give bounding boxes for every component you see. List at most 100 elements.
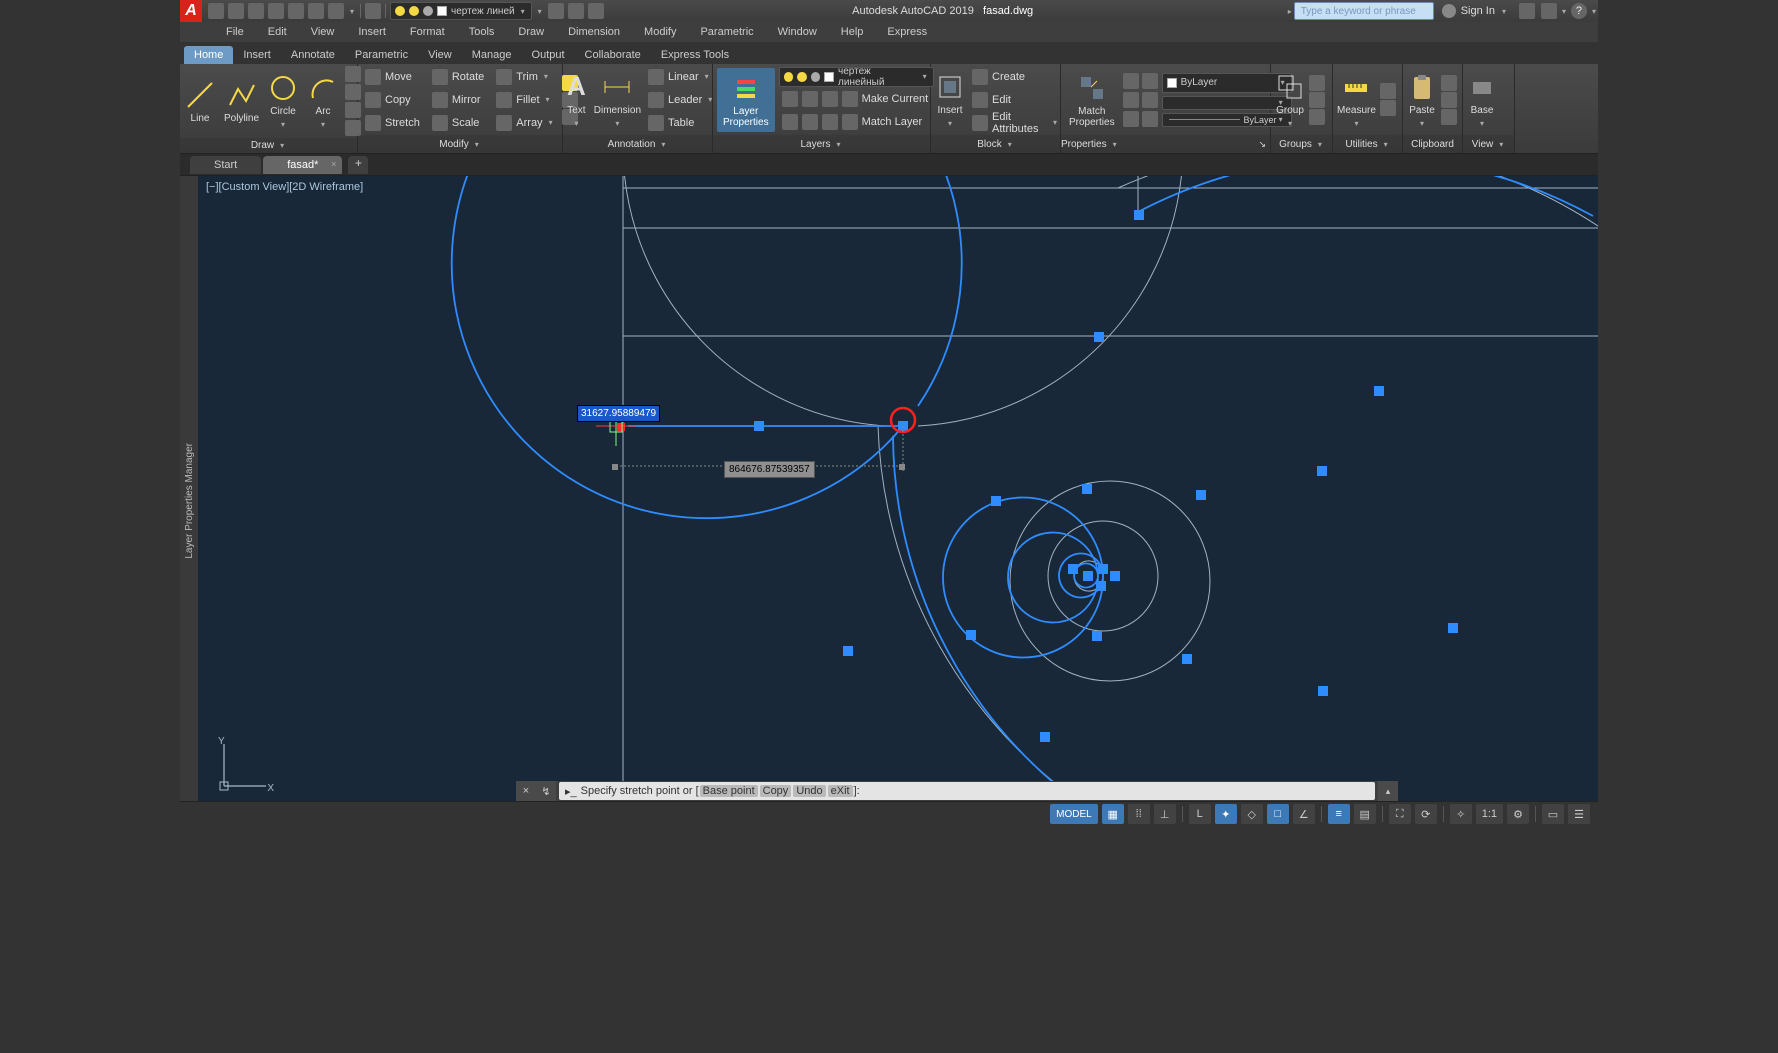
table-button[interactable]: Table [645,112,715,134]
panel-label[interactable]: Properties▾↘ [1061,135,1270,153]
panel-label[interactable]: Draw▾ [180,138,357,153]
leader-button[interactable]: Leader [645,89,715,111]
new-icon[interactable] [208,3,224,19]
close-icon[interactable]: × [516,781,536,801]
scale-label[interactable]: 1:1 [1476,804,1503,824]
custom-icon[interactable]: ☰ [1568,804,1590,824]
menu-dimension[interactable]: Dimension [556,26,632,38]
color-icon[interactable] [1123,111,1139,127]
text-button[interactable]: A Text▾ [563,69,590,131]
search-input[interactable]: Type a keyword or phrase [1294,2,1434,20]
title-drop-icon[interactable]: ▾ [1560,7,1568,16]
rotate-button[interactable]: Rotate [429,66,487,88]
tab-insert[interactable]: Insert [233,46,281,64]
qat-icon[interactable] [548,3,564,19]
command-line[interactable]: × ↯ ▸_ Specify stretch point or [ Base p… [516,781,1398,801]
app-logo[interactable]: A [180,0,202,22]
osnap-icon[interactable]: □ [1267,804,1289,824]
panel-label[interactable]: Modify▾ [358,135,562,153]
groups-icon[interactable] [1309,92,1325,108]
close-icon[interactable]: × [331,159,336,169]
open-icon[interactable] [228,3,244,19]
exchange-icon[interactable] [1519,3,1535,19]
clip-icon[interactable] [1441,109,1457,125]
base-button[interactable]: Base▾ [1463,69,1501,131]
match-layer-button[interactable]: Match Layer [779,111,934,133]
groups-icon[interactable] [1309,75,1325,91]
save-icon[interactable] [248,3,264,19]
title-drop-icon[interactable]: ▾ [1590,7,1598,16]
stretch-button[interactable]: Stretch [362,112,423,134]
panel-label[interactable]: Utilities▾ [1333,135,1402,153]
circle-button[interactable]: Circle▾ [263,70,303,132]
qat-icon[interactable] [568,3,584,19]
menu-insert[interactable]: Insert [346,26,398,38]
grid-icon[interactable]: ▦ [1102,804,1124,824]
plot-icon[interactable] [288,3,304,19]
linear-button[interactable]: Linear [645,66,715,88]
undo-icon[interactable] [308,3,324,19]
sc-icon[interactable]: ⛶ [1389,804,1411,824]
tab-fasad[interactable]: fasad*× [263,156,342,174]
saveas-icon[interactable] [268,3,284,19]
tab-output[interactable]: Output [522,46,575,64]
menu-file[interactable]: File [214,26,256,38]
color-icon[interactable] [1142,73,1158,89]
anno-icon[interactable]: ✧ [1450,804,1472,824]
viewport[interactable] [198,176,1598,826]
polyline-button[interactable]: Polyline [220,77,263,126]
new-tab-button[interactable]: + [348,156,368,174]
status-model[interactable]: MODEL [1050,804,1098,824]
ucs-icon[interactable]: Y X [214,736,274,796]
menu-express[interactable]: Express [875,26,939,38]
tab-manage[interactable]: Manage [462,46,522,64]
tab-expresstools[interactable]: Express Tools [651,46,739,64]
cart-icon[interactable] [1541,3,1557,19]
polar-icon[interactable]: ✦ [1215,804,1237,824]
menu-edit[interactable]: Edit [256,26,299,38]
drawing-area[interactable]: Layer Properties Manager [−][Custom View… [180,176,1598,826]
edit-button[interactable]: Edit [969,89,1060,111]
copy-icon[interactable] [1441,92,1457,108]
move-button[interactable]: Move [362,66,423,88]
title-dropdown-icon[interactable]: ▸ [1286,7,1294,16]
cut-icon[interactable] [1441,75,1457,91]
color-icon[interactable] [1142,92,1158,108]
gear-icon[interactable]: ⚙ [1507,804,1529,824]
stretch-grip[interactable] [617,423,625,431]
trim-button[interactable]: Trim [493,66,555,88]
menu-view[interactable]: View [299,26,347,38]
ortho-icon[interactable]: L [1189,804,1211,824]
menu-tools[interactable]: Tools [457,26,507,38]
cycle-icon[interactable]: ⟳ [1415,804,1437,824]
snap-icon[interactable]: ⁞⁞ [1128,804,1150,824]
line-button[interactable]: Line [180,77,220,126]
util-icon[interactable] [1380,100,1396,116]
menu-format[interactable]: Format [398,26,457,38]
redo-icon[interactable] [328,3,344,19]
qat-dropdown-icon[interactable]: ▾ [348,7,356,16]
panel-label[interactable]: Block▾ [931,135,1060,153]
otrack-icon[interactable]: ∠ [1293,804,1315,824]
scale-button[interactable]: Scale [429,112,487,134]
insert-button[interactable]: Insert▾ [931,69,969,131]
signin-button[interactable]: Sign In▾ [1434,4,1516,18]
match-props-button[interactable]: Match Properties [1065,70,1119,130]
layer-combo[interactable]: чертеж линейный ▾ [779,67,934,87]
tab-annotate[interactable]: Annotate [281,46,345,64]
color-icon[interactable] [1142,111,1158,127]
layer-props-manager-rail[interactable]: Layer Properties Manager [180,176,198,826]
cmd-history-icon[interactable]: ▴ [1378,781,1398,801]
qat-icon[interactable] [588,3,604,19]
qat-more-icon[interactable]: ▾ [536,7,544,16]
color-icon[interactable] [1123,92,1139,108]
command-input[interactable]: ▸_ Specify stretch point or [ Base point… [559,782,1375,800]
group-button[interactable]: Group▾ [1271,69,1309,131]
edit-attr-button[interactable]: Edit Attributes [969,112,1060,134]
mirror-button[interactable]: Mirror [429,89,487,111]
dimension-button[interactable]: Dimension▾ [590,69,645,131]
lwt-icon[interactable]: ≡ [1328,804,1350,824]
color-icon[interactable] [1123,73,1139,89]
util-icon[interactable] [1380,83,1396,99]
fillet-button[interactable]: Fillet [493,89,555,111]
